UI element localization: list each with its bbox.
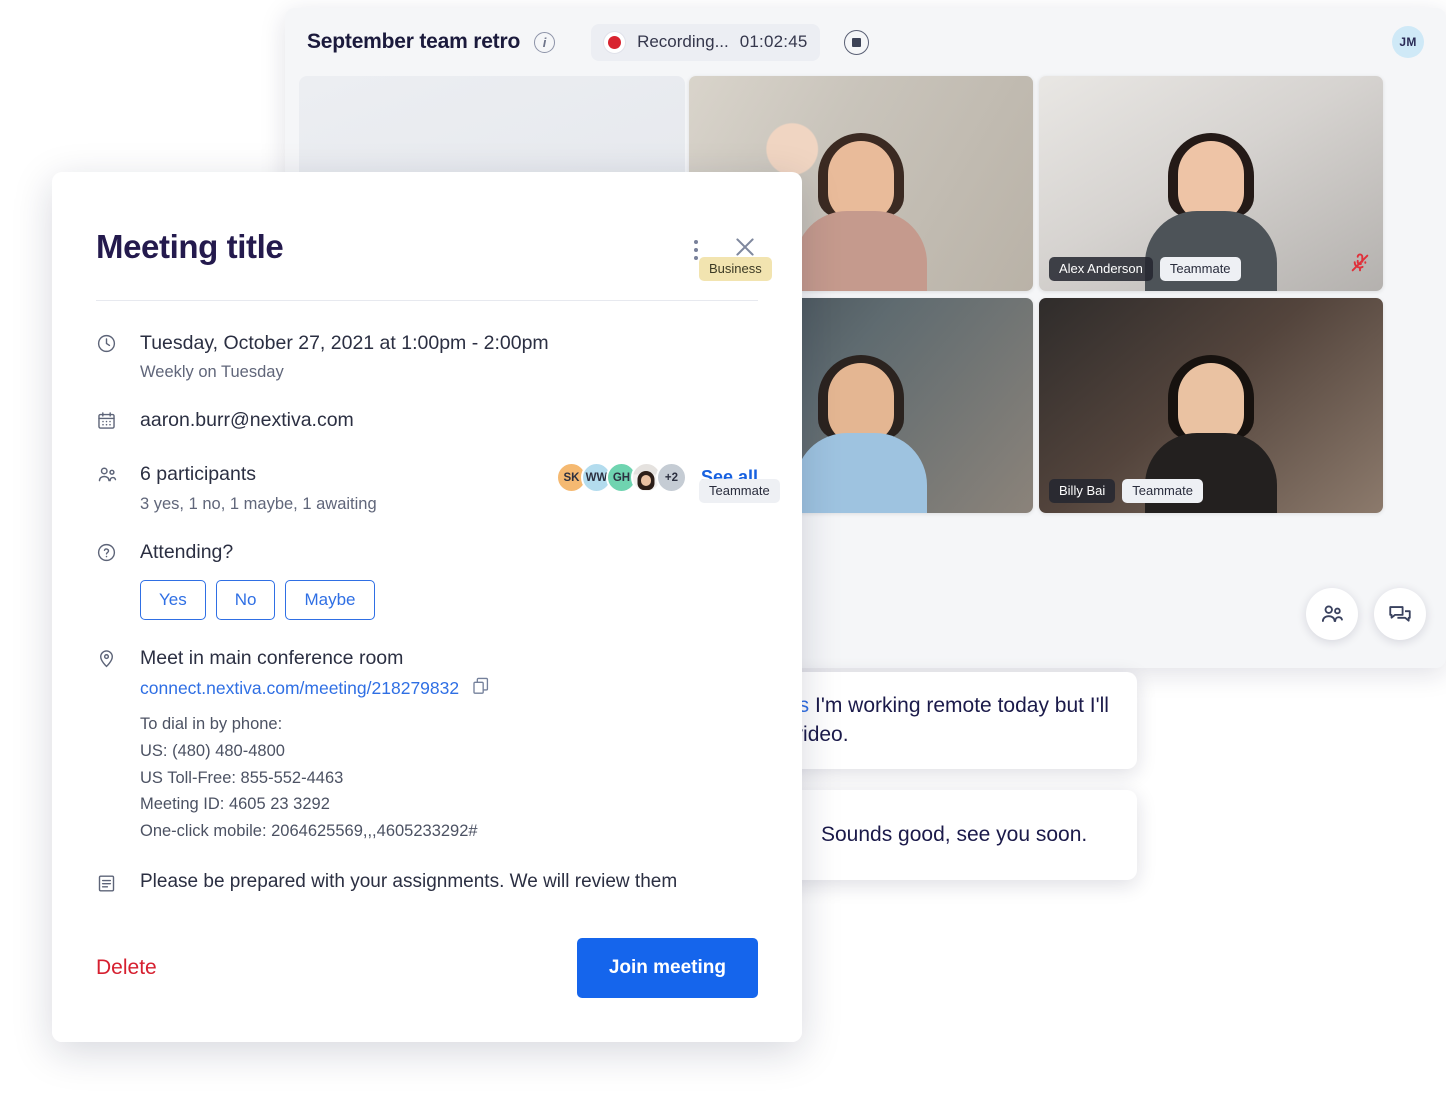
video-tile-billy-bai[interactable]: Billy Bai Teammate [1039,298,1383,513]
stop-recording-button[interactable] [843,29,869,55]
screenshot-root: September team retro i Recording... 01:0… [0,0,1446,1107]
meeting-datetime: Tuesday, October 27, 2021 at 1:00pm - 2:… [140,332,549,354]
avatar-overflow[interactable]: +2 [655,462,687,494]
modal-footer: Delete Join meeting [52,894,802,1042]
page-title: Meeting title [96,228,284,265]
call-title: September team retro [307,30,521,53]
chat-message-text: Sounds good, see you soon. [821,822,1088,846]
description-text: Please be prepared with your assignments… [140,870,678,892]
rsvp-yes-button[interactable]: Yes [140,579,206,620]
meeting-details-modal: Meeting title Tuesday, October 27, 2021 … [52,172,802,1042]
meeting-recurrence: Weekly on Tuesday [140,363,284,382]
tile-badges: Business [699,256,772,281]
avatar-stack[interactable]: SK WW GH +2 [555,462,687,494]
attending-row: Attending? Yes No Maybe [96,538,758,620]
video-tile-alex-anderson[interactable]: Alex Anderson Teammate [1039,76,1383,291]
calendar-icon [96,406,118,436]
participants-icon[interactable] [1306,588,1358,640]
tile-badges: Billy Bai Teammate [1049,478,1203,503]
organizer-row: aaron.burr@nextiva.com [96,406,758,436]
attending-question: Attending? [140,540,234,563]
call-right-controls [1306,588,1426,640]
clock-icon [96,329,118,382]
participant-figure [795,355,927,513]
meeting-id: Meeting ID: 4605 23 3292 [140,795,330,814]
badge-participant-name: Billy Bai [1049,478,1116,503]
join-meeting-button[interactable]: Join meeting [576,938,758,998]
rsvp-no-button[interactable]: No [215,579,276,620]
attending-options: Yes No Maybe [140,579,758,620]
call-header: September team retro i Recording... 01:0… [285,8,1446,76]
tile-badges: Teammate [699,478,780,503]
muted-mic-icon [1349,252,1371,279]
people-icon [96,460,118,491]
recording-dot-icon [603,30,627,54]
dial-in-header: To dial in by phone: [140,715,283,734]
recording-indicator: Recording... 01:02:45 [591,23,820,61]
recording-elapsed: 01:02:45 [739,32,808,51]
dial-us: US: (480) 480-4800 [140,741,285,760]
meeting-link[interactable]: connect.nextiva.com/meeting/218279832 [140,678,459,699]
avatar[interactable]: JM [1392,26,1424,58]
dial-toll-free: US Toll-Free: 855-552-4463 [140,768,344,787]
rsvp-maybe-button[interactable]: Maybe [285,579,375,620]
badge-role: Teammate [699,478,780,503]
location-pin-icon [96,644,118,845]
chat-icon[interactable] [1374,588,1426,640]
tile-badges: Alex Anderson Teammate [1049,256,1241,281]
info-icon[interactable]: i [534,31,556,53]
participants-row: 6 participants 3 yes, 1 no, 1 maybe, 1 a… [96,460,758,513]
meeting-location: Meet in main conference room [140,646,404,669]
recording-label: Recording... [637,32,729,51]
participants-status-summary: 3 yes, 1 no, 1 maybe, 1 awaiting [140,494,377,513]
organizer-email[interactable]: aaron.burr@nextiva.com [140,406,758,434]
modal-header: Meeting title [52,172,802,266]
participants-count: 6 participants [140,463,256,486]
question-icon [96,538,118,620]
modal-body: Tuesday, October 27, 2021 at 1:00pm - 2:… [52,301,802,899]
badge-participant-name: Alex Anderson [1049,256,1153,281]
participant-figure [795,133,927,291]
badge-role: Teammate [1122,478,1203,503]
meeting-datetime-row: Tuesday, October 27, 2021 at 1:00pm - 2:… [96,329,758,382]
one-click-mobile: One-click mobile: 2064625569,,,460523329… [140,821,478,840]
badge-role: Teammate [1159,256,1241,281]
copy-icon[interactable] [471,672,491,701]
delete-button[interactable]: Delete [96,956,157,980]
badge-business: Business [699,256,772,281]
location-row: Meet in main conference room connect.nex… [96,644,758,845]
